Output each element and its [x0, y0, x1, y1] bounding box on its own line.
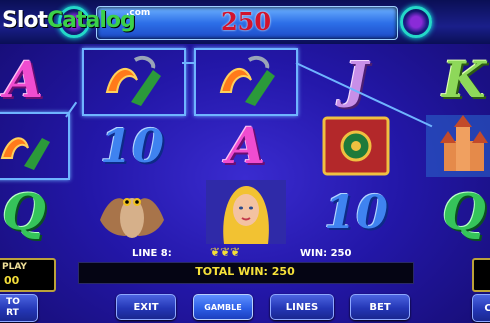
castle-icon: [426, 115, 490, 177]
gamble-button[interactable]: GAMBLE: [193, 294, 253, 320]
symbol-a: A: [0, 47, 78, 113]
to-start-button[interactable]: TO RT: [0, 294, 38, 322]
exit-button[interactable]: EXIT: [116, 294, 176, 320]
lines-button[interactable]: LINES: [270, 294, 334, 320]
book-symbol: [302, 113, 410, 179]
payline: [182, 62, 194, 64]
total-win-text: TOTAL WIN: 250: [195, 265, 295, 278]
owl-symbol: [78, 179, 186, 245]
symbol-label: Q: [2, 182, 46, 241]
bet-button[interactable]: BET: [350, 294, 410, 320]
play-label: PLAY: [2, 262, 27, 272]
symbol-label: A: [226, 116, 266, 175]
win-frame: [82, 48, 186, 116]
right-button[interactable]: C: [472, 294, 490, 322]
win-label: WIN: 250: [300, 248, 352, 259]
symbol-10: 10: [302, 179, 410, 245]
win-frame: [194, 48, 298, 116]
win-frame: [0, 112, 70, 180]
line-symbols: ❦❦❦: [210, 245, 240, 259]
symbol-j: J: [302, 47, 410, 113]
symbol-label: A: [4, 50, 44, 109]
symbol-label: Q: [442, 182, 486, 241]
line-label: LINE 8:: [132, 248, 172, 259]
fairy-icon: [206, 180, 286, 244]
symbol-a: A: [192, 113, 300, 179]
symbol-q: Q: [0, 179, 78, 245]
feather-mini-icon: ❦: [230, 245, 241, 259]
owl-icon: [100, 198, 164, 238]
brand-watermark: SlotCatalog: [2, 8, 136, 33]
feather-mini-icon: ❦: [210, 245, 221, 259]
play-value: 00: [4, 274, 20, 287]
symbol-label: K: [442, 50, 486, 109]
symbol-q: Q: [410, 179, 490, 245]
symbol-label: 10: [323, 185, 388, 239]
brand-suffix: .com: [126, 8, 151, 18]
symbol-k: K: [410, 47, 490, 113]
symbol-label: 10: [99, 119, 164, 173]
symbol-label: J: [344, 50, 368, 109]
feather-mini-icon: ❦: [220, 245, 231, 259]
fairy-symbol: [192, 179, 300, 245]
spellbook-icon: [322, 116, 390, 176]
symbol-10: 10: [78, 113, 186, 179]
celtic-knot-icon: [400, 6, 432, 38]
right-panel: [472, 258, 490, 292]
